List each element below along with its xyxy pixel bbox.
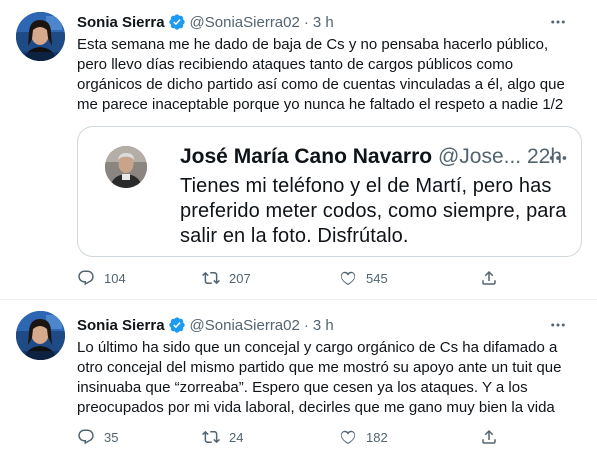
author-name[interactable]: Sonia Sierra bbox=[77, 317, 165, 334]
tweet[interactable]: Sonia Sierra @SoniaSierra02 · 3 h Esta s… bbox=[0, 0, 597, 300]
author-handle[interactable]: @SoniaSierra02 bbox=[190, 14, 300, 31]
tweet[interactable]: Sonia Sierra @SoniaSierra02 · 3 h Lo últ… bbox=[0, 300, 597, 454]
like-button[interactable]: 182 bbox=[339, 428, 388, 446]
like-icon bbox=[340, 271, 356, 285]
quote-header: José María Cano Navarro @Jose... 22h bbox=[180, 144, 562, 170]
like-icon bbox=[340, 430, 356, 444]
share-icon bbox=[482, 429, 496, 444]
tweet-header: Sonia Sierra @SoniaSierra02 · 3 h bbox=[77, 11, 585, 33]
verified-badge-icon bbox=[168, 316, 186, 334]
reply-count: 35 bbox=[104, 429, 119, 445]
tweet-text: Esta semana me he dado de baja de Cs y n… bbox=[77, 36, 565, 113]
retweet-count: 24 bbox=[229, 429, 244, 445]
quoted-tweet-screenshot[interactable]: José María Cano Navarro @Jose... 22h Tie… bbox=[77, 126, 582, 257]
avatar[interactable] bbox=[16, 12, 65, 61]
like-count: 545 bbox=[366, 270, 388, 286]
retweet-icon bbox=[202, 430, 220, 444]
timestamp[interactable]: 3 h bbox=[313, 14, 334, 31]
reply-button[interactable]: 35 bbox=[77, 428, 118, 446]
reply-button[interactable]: 104 bbox=[77, 269, 126, 287]
tweet-header: Sonia Sierra @SoniaSierra02 · 3 h bbox=[77, 314, 585, 336]
tweet-text: Lo último ha sido que un concejal y carg… bbox=[77, 339, 562, 416]
more-icon bbox=[547, 147, 569, 169]
avatar[interactable] bbox=[16, 311, 65, 360]
more-icon[interactable] bbox=[549, 316, 567, 334]
retweet-button[interactable]: 207 bbox=[202, 269, 251, 287]
reply-icon bbox=[78, 270, 94, 286]
reply-icon bbox=[78, 429, 94, 445]
author-name[interactable]: Sonia Sierra bbox=[77, 14, 165, 31]
like-count: 182 bbox=[366, 429, 388, 445]
quote-author-handle: @Jose... bbox=[437, 145, 522, 168]
quote-text: Tienes mi teléfono y el de Martí, pero h… bbox=[180, 175, 567, 247]
retweet-button[interactable]: 24 bbox=[202, 428, 243, 446]
avatar bbox=[105, 146, 147, 188]
retweet-icon bbox=[202, 271, 220, 285]
share-icon bbox=[482, 270, 496, 285]
share-button[interactable] bbox=[480, 269, 498, 287]
tweet-actions: 104 207 545 bbox=[77, 268, 507, 288]
cropped-text-edge bbox=[180, 252, 300, 256]
share-button[interactable] bbox=[480, 428, 498, 446]
separator: · bbox=[303, 316, 309, 334]
timestamp[interactable]: 3 h bbox=[313, 317, 334, 334]
quote-author-name: José María Cano Navarro bbox=[180, 145, 433, 168]
author-handle[interactable]: @SoniaSierra02 bbox=[190, 317, 300, 334]
like-button[interactable]: 545 bbox=[339, 269, 388, 287]
more-icon[interactable] bbox=[549, 13, 567, 31]
verified-badge-icon bbox=[168, 13, 186, 31]
retweet-count: 207 bbox=[229, 270, 251, 286]
reply-count: 104 bbox=[104, 270, 126, 286]
separator: · bbox=[303, 13, 309, 31]
tweet-actions: 35 24 182 bbox=[77, 427, 507, 447]
